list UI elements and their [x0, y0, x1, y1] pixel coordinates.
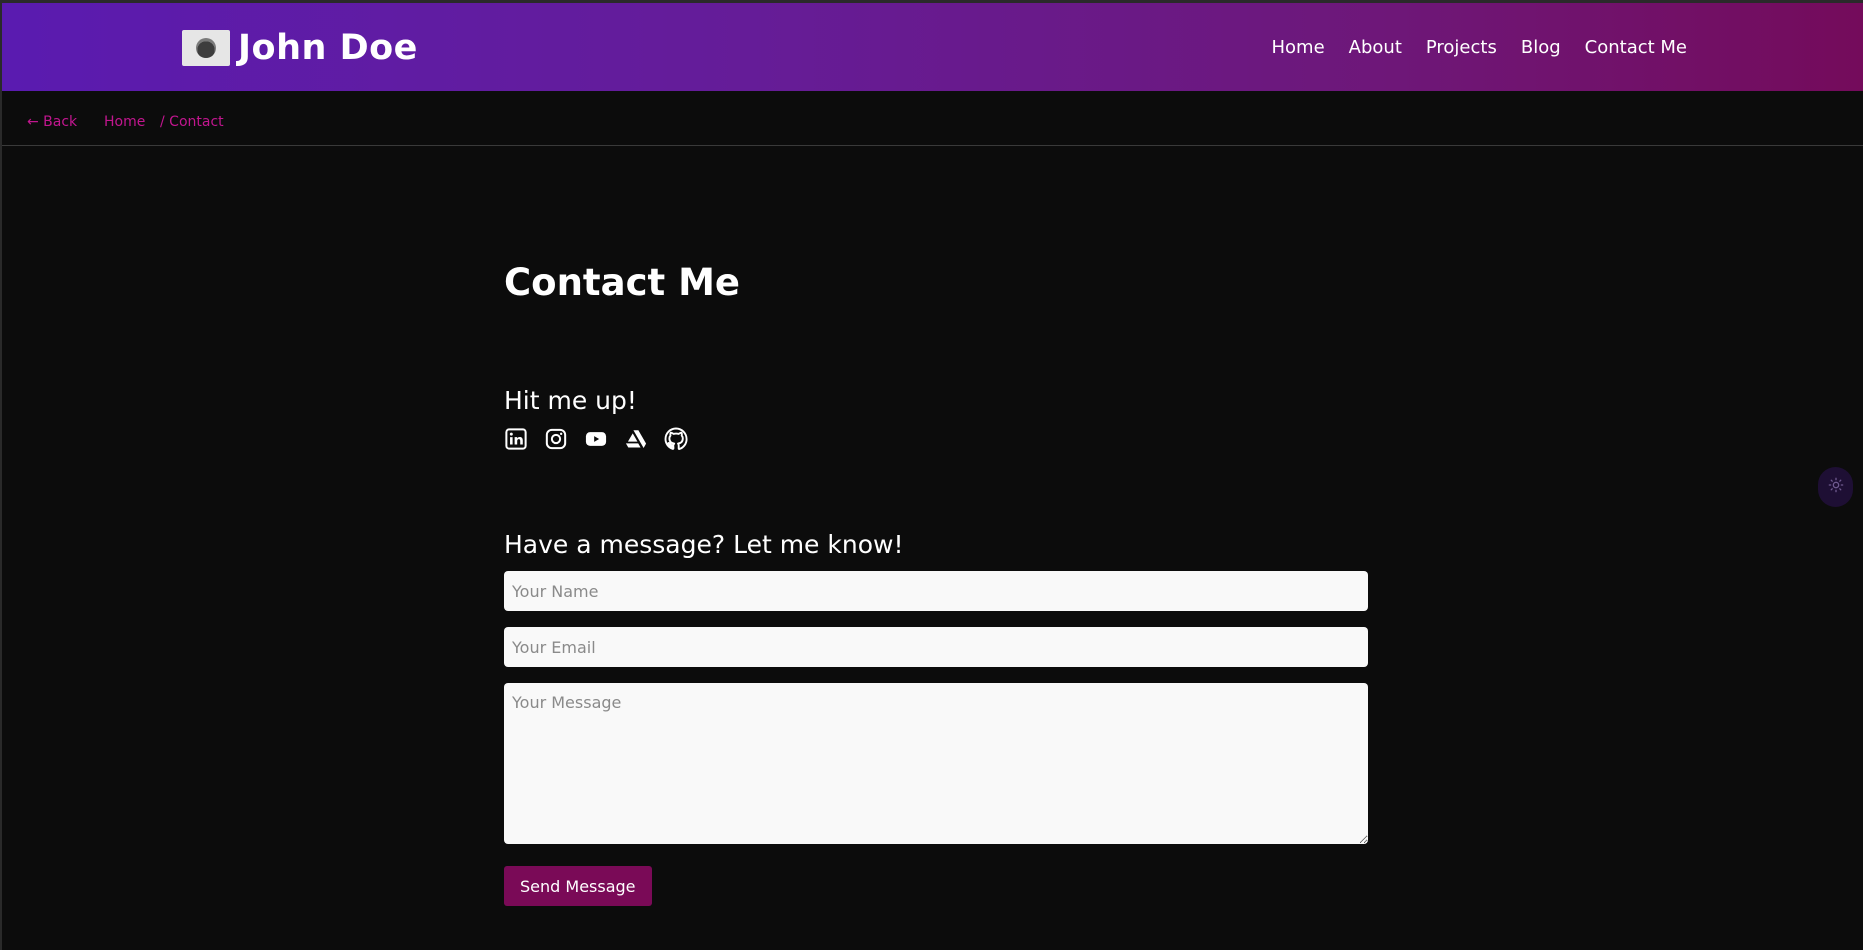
email-input[interactable] — [504, 627, 1368, 667]
sun-icon — [1828, 477, 1844, 497]
breadcrumb-home[interactable]: Home — [104, 114, 145, 130]
site-header: John Doe Home About Projects Blog Contac… — [2, 3, 1863, 91]
nav-item-blog[interactable]: Blog — [1521, 37, 1561, 58]
nav-item-about[interactable]: About — [1349, 37, 1402, 58]
github-icon[interactable] — [664, 427, 688, 451]
nav-item-contact[interactable]: Contact Me — [1585, 37, 1687, 58]
page-title: Contact Me — [504, 261, 740, 304]
main-nav: Home About Projects Blog Contact Me — [1272, 37, 1688, 58]
linkedin-icon[interactable] — [504, 427, 528, 451]
social-links — [504, 427, 688, 451]
instagram-icon[interactable] — [544, 427, 568, 451]
brand[interactable]: John Doe — [182, 28, 418, 68]
message-textarea[interactable] — [504, 683, 1368, 844]
nav-item-home[interactable]: Home — [1272, 37, 1325, 58]
nav-item-projects[interactable]: Projects — [1426, 37, 1497, 58]
send-message-button[interactable]: Send Message — [504, 866, 652, 906]
brand-name[interactable]: John Doe — [238, 28, 418, 68]
back-link[interactable]: ← Back — [27, 114, 77, 130]
youtube-icon[interactable] — [584, 427, 608, 451]
artstation-icon[interactable] — [624, 427, 648, 451]
form-heading: Have a message? Let me know! — [504, 530, 904, 559]
name-input[interactable] — [504, 571, 1368, 611]
breadcrumb: ← Back Home / Contact — [2, 91, 1863, 146]
breadcrumb-current: / Contact — [160, 114, 224, 130]
brand-logo-icon — [182, 30, 230, 66]
theme-toggle-button[interactable] — [1818, 467, 1853, 507]
page: John Doe Home About Projects Blog Contac… — [0, 0, 1863, 950]
social-heading: Hit me up! — [504, 386, 637, 415]
